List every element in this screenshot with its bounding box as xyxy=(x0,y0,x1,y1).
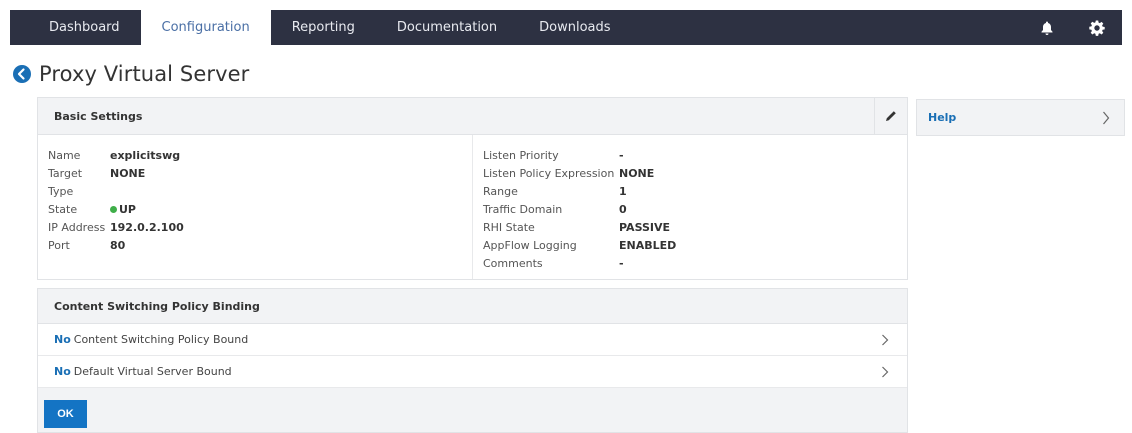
basic-settings-right: Listen Priority - Listen Policy Expressio… xyxy=(472,135,907,279)
field-appflow-logging: AppFlow Logging ENABLED xyxy=(483,239,677,252)
field-comments: Comments - xyxy=(483,257,624,270)
pencil-icon xyxy=(886,111,896,121)
field-rhi-state: RHI State PASSIVE xyxy=(483,221,671,234)
binding-heading: Content Switching Policy Binding xyxy=(38,289,907,324)
basic-settings-left: Name explicitswg Target Type NONE State UP … xyxy=(38,135,472,279)
tab-configuration[interactable]: Configuration xyxy=(140,10,271,45)
field-ip-address: IP Address 192.0.2.100 xyxy=(48,221,184,234)
edit-button[interactable] xyxy=(874,98,907,134)
field-listen-priority: Listen Priority - xyxy=(483,149,624,162)
field-port: Port 80 xyxy=(48,239,126,252)
basic-settings-heading: Basic Settings xyxy=(38,98,907,135)
chevron-right-icon xyxy=(1103,111,1110,125)
bell-icon[interactable] xyxy=(1022,10,1072,45)
field-state: State UP xyxy=(48,203,136,216)
binding-row-policy[interactable]: No Content Switching Policy Bound xyxy=(38,324,907,356)
help-panel[interactable]: Help xyxy=(916,99,1125,136)
field-range: Range 1 xyxy=(483,185,627,198)
tab-downloads[interactable]: Downloads xyxy=(518,10,631,45)
top-navigation: Dashboard Configuration Reporting Docume… xyxy=(10,10,1122,45)
field-name: Name explicitswg xyxy=(48,149,181,162)
tab-reporting[interactable]: Reporting xyxy=(271,10,376,45)
basic-settings-panel: Basic Settings Name explicitswg Target Ty… xyxy=(37,97,908,280)
binding-row-default-vserver[interactable]: No Default Virtual Server Bound xyxy=(38,356,907,388)
ok-button[interactable]: OK xyxy=(44,400,87,428)
page-title: Proxy Virtual Server xyxy=(39,62,250,86)
status-up-icon xyxy=(110,206,117,213)
chevron-right-icon xyxy=(882,366,889,378)
field-listen-policy-expression: Listen Policy Expression NONE xyxy=(483,167,655,180)
content-switching-binding-panel: Content Switching Policy Binding No Cont… xyxy=(37,288,908,433)
chevron-right-icon xyxy=(882,334,889,346)
field-target-type: Target Type NONE xyxy=(48,167,146,198)
tab-documentation[interactable]: Documentation xyxy=(376,10,518,45)
tab-dashboard[interactable]: Dashboard xyxy=(10,10,141,45)
field-traffic-domain: Traffic Domain 0 xyxy=(483,203,627,216)
page-header: Proxy Virtual Server xyxy=(12,62,249,86)
panel-footer: OK xyxy=(38,388,907,432)
back-arrow-icon[interactable] xyxy=(12,64,32,84)
gear-icon[interactable] xyxy=(1072,10,1122,45)
